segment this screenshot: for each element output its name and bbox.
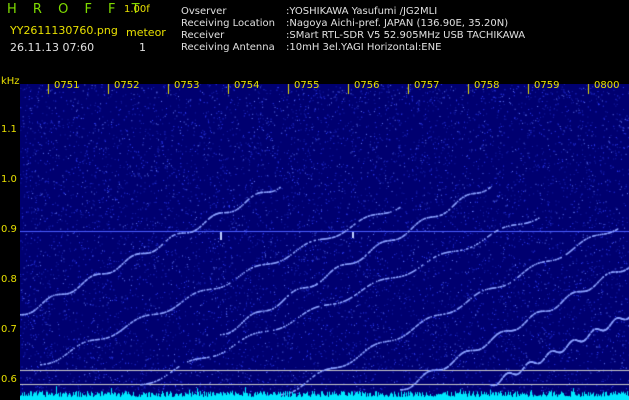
spectrogram-canvas [20,84,629,400]
receiver-value: :SMart RTL-SDR V5 52.905MHz USB TACHIKAW… [286,30,526,41]
time-tick-label: 0759 [534,80,560,91]
app-version: 1.00f [124,4,150,15]
hrofft-window: H R O F F T 1.00f YY2611130760.png meteo… [0,0,629,400]
observer-label: Ovserver [181,6,227,17]
freq-tick-label: 0.7 [1,324,17,335]
receiver-label: Receiver [181,30,225,41]
freq-tick-label: 1.0 [1,174,17,185]
antenna-label: Receiving Antenna [181,42,275,53]
freq-tick-label: 1.1 [1,124,17,135]
time-tick-label: 0751 [54,80,80,91]
meteor-label: meteor [126,26,166,39]
freq-tick-label: 0.8 [1,274,17,285]
meteor-count: 1 [139,41,146,54]
frequency-axis: 1.1 1.0 0.9 0.8 0.7 0.6 [0,84,22,400]
location-value: :Nagoya Aichi-pref. JAPAN (136.90E, 35.2… [286,18,509,29]
station-info-values: :YOSHIKAWA Yasufumi /JG2MLI :Nagoya Aich… [286,6,525,54]
time-tick-label: 0755 [294,80,320,91]
spectrogram [20,84,629,400]
freq-tick-label: 0.6 [1,374,17,385]
freq-tick-label: 0.9 [1,224,17,235]
timestamp: 26.11.13 07:60 [10,41,95,54]
image-filename: YY2611130760.png [10,24,118,37]
time-tick-label: 0752 [114,80,140,91]
time-tick-label: 0753 [174,80,200,91]
station-info-labels: Ovserver Receiving Location Receiver Rec… [181,6,275,54]
time-tick-label: 0754 [234,80,260,91]
time-tick-label: 0800 [594,80,620,91]
observer-value: :YOSHIKAWA Yasufumi /JG2MLI [286,6,438,17]
time-tick-label: 0756 [354,80,380,91]
time-tick-label: 0758 [474,80,500,91]
time-tick-label: 0757 [414,80,440,91]
time-axis: 0751 0752 0753 0754 0755 0756 0757 0758 0759 0800 [20,78,629,98]
antenna-value: :10mH 3el.YAGI Horizontal:ENE [286,42,442,53]
location-label: Receiving Location [181,18,275,29]
